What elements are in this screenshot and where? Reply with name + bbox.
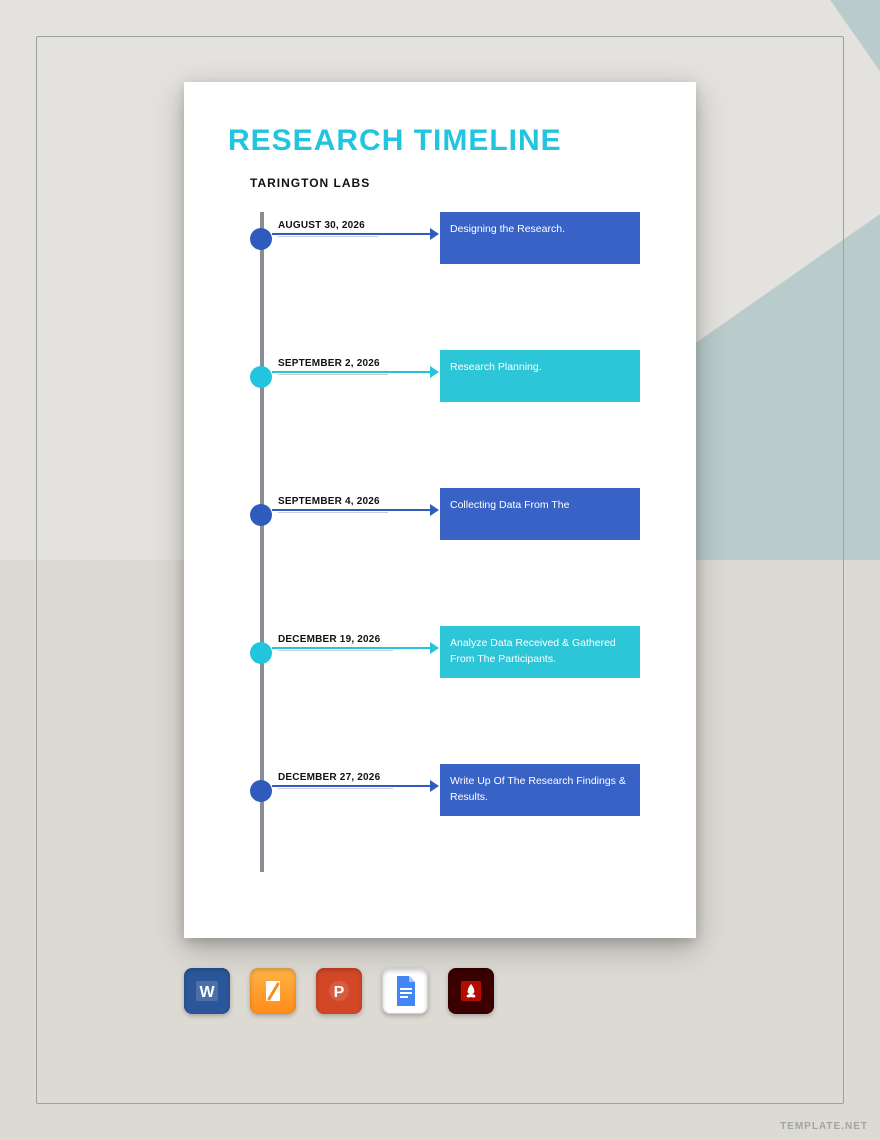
app-icons-row: W P	[184, 968, 494, 1014]
date-underline	[278, 512, 388, 513]
watermark: TEMPLATE.NET	[780, 1121, 868, 1132]
dot-icon	[250, 366, 272, 388]
arrow-line	[272, 509, 432, 511]
timeline-text: Collecting Data From The	[440, 488, 640, 540]
arrow-head-icon	[430, 366, 439, 378]
timeline-spine	[260, 212, 264, 872]
timeline: AUGUST 30, 2026 Designing the Research. …	[250, 206, 652, 886]
pages-icon	[250, 968, 296, 1014]
timeline-date: AUGUST 30, 2026	[278, 220, 365, 231]
timeline-text: Designing the Research.	[440, 212, 640, 264]
arrow-head-icon	[430, 504, 439, 516]
timeline-text: Research Planning.	[440, 350, 640, 402]
timeline-date: SEPTEMBER 4, 2026	[278, 496, 380, 507]
dot-icon	[250, 504, 272, 526]
timeline-date: SEPTEMBER 2, 2026	[278, 358, 380, 369]
word-icon: W	[184, 968, 230, 1014]
powerpoint-icon: P	[316, 968, 362, 1014]
google-docs-icon	[382, 968, 428, 1014]
arrow-line	[272, 647, 432, 649]
dot-icon	[250, 780, 272, 802]
timeline-text: Write Up Of The Research Findings & Resu…	[440, 764, 640, 816]
arrow-head-icon	[430, 642, 439, 654]
date-underline	[278, 650, 393, 651]
page-title: RESEARCH TIMELINE	[228, 124, 652, 158]
arrow-line	[272, 785, 432, 787]
page-subtitle: TARINGTON LABS	[250, 176, 652, 190]
svg-text:P: P	[334, 984, 345, 1001]
timeline-date: DECEMBER 27, 2026	[278, 772, 380, 783]
dot-icon	[250, 642, 272, 664]
arrow-line	[272, 233, 432, 235]
document-page: RESEARCH TIMELINE TARINGTON LABS AUGUST …	[184, 82, 696, 938]
date-underline	[278, 374, 388, 375]
pdf-icon	[448, 968, 494, 1014]
timeline-date: DECEMBER 19, 2026	[278, 634, 380, 645]
date-underline	[278, 236, 378, 237]
arrow-line	[272, 371, 432, 373]
svg-text:W: W	[199, 984, 215, 1001]
date-underline	[278, 788, 393, 789]
arrow-head-icon	[430, 228, 439, 240]
dot-icon	[250, 228, 272, 250]
timeline-text: Analyze Data Received & Gathered From Th…	[440, 626, 640, 678]
arrow-head-icon	[430, 780, 439, 792]
